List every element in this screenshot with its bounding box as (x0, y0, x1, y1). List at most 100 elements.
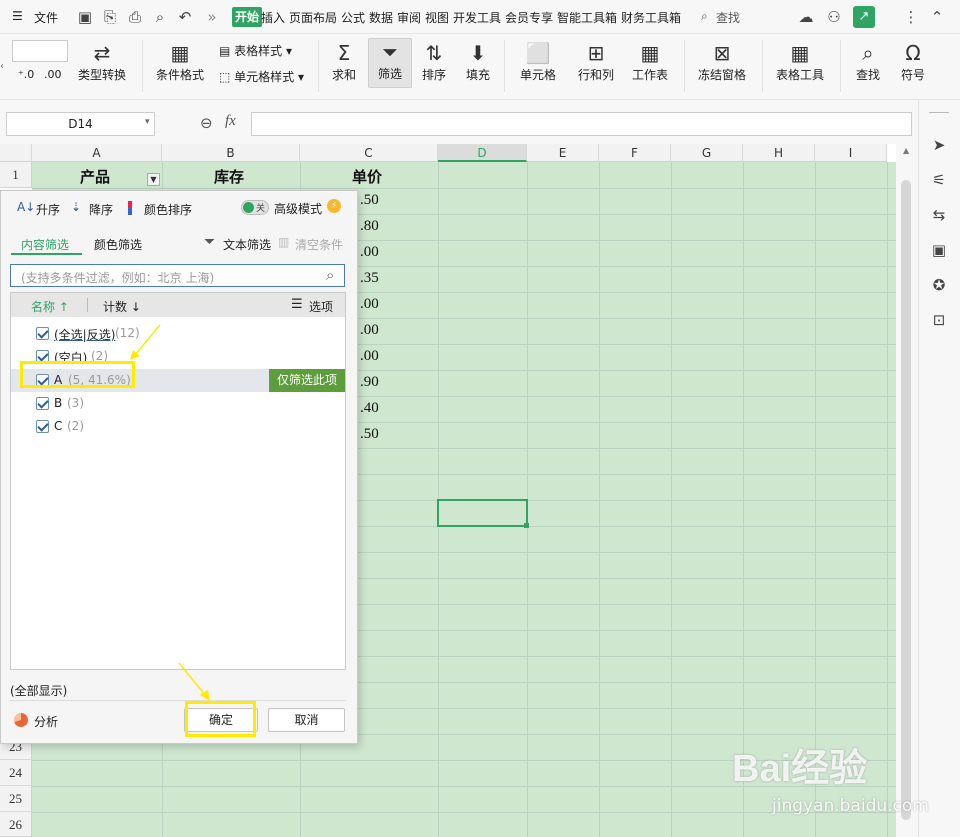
row-header-24[interactable]: 24 (0, 760, 32, 786)
tab-member[interactable]: 会员专享 (505, 9, 553, 26)
table-tools-button[interactable]: ▦ 表格工具 (770, 40, 830, 83)
cursor-icon[interactable]: ➤ (928, 134, 950, 156)
undo-icon[interactable]: ↶ (176, 8, 194, 26)
column-header-h[interactable]: H (743, 144, 815, 162)
number-format-select[interactable] (12, 40, 68, 62)
freeze-panes-button[interactable]: ⊠ 冻结窗格 (692, 40, 752, 83)
scroll-up-icon[interactable]: ▲ (903, 146, 909, 155)
decrease-decimal-icon[interactable]: ⁺.0 (18, 68, 34, 81)
increase-decimal-icon[interactable]: .00 (44, 68, 62, 81)
tab-finance-tools[interactable]: 财务工具箱 (621, 9, 681, 26)
column-header-a[interactable]: A (32, 144, 162, 162)
column-header-c[interactable]: C (300, 144, 438, 162)
item-checkbox[interactable] (36, 397, 49, 410)
column-header-f[interactable]: F (599, 144, 671, 162)
ribbon-scroll-left-icon[interactable]: ‹ (0, 34, 10, 100)
row-col-button[interactable]: ⊞ 行和列 (572, 40, 620, 83)
name-column-header[interactable]: 名称 ↑ (31, 298, 69, 315)
sort-button[interactable]: ⇅ 排序 (416, 40, 452, 83)
tab-insert[interactable]: 插入 (261, 9, 285, 26)
tab-content-filter[interactable]: 内容筛选 (21, 236, 69, 253)
row-header-26[interactable]: 26 (0, 812, 32, 837)
tab-review[interactable]: 审阅 (397, 9, 421, 26)
fill-button[interactable]: ⬇ 填充 (460, 40, 496, 83)
selected-cell-d14[interactable] (437, 499, 528, 527)
name-box[interactable]: D14 (6, 112, 155, 136)
sum-button[interactable]: Σ 求和 (326, 40, 362, 83)
name-box-dropdown-icon[interactable]: ▾ (145, 117, 150, 127)
color-sort-button[interactable]: 颜色排序 (144, 201, 192, 218)
transform-icon[interactable]: ⇆ (928, 204, 950, 226)
cancel-button[interactable]: 取消 (268, 708, 345, 732)
column-header-e[interactable]: E (527, 144, 599, 162)
export-icon[interactable]: ⎘ (101, 8, 119, 26)
menu-icon[interactable]: ☰ (12, 9, 23, 23)
book-search-icon[interactable]: ⊡ (928, 309, 950, 331)
row-header-1[interactable]: 1 (0, 162, 32, 188)
column-header-b[interactable]: B (162, 144, 300, 162)
options-menu-icon[interactable]: ☰ (291, 297, 303, 312)
cell-button[interactable]: ⬜ 单元格 (514, 40, 562, 83)
sheet-button[interactable]: ▦ 工作表 (626, 40, 674, 83)
more-icon[interactable]: » (203, 8, 221, 26)
filter-search-input[interactable]: (支持多条件过滤，例如：北京 上海) ⌕ (10, 264, 345, 287)
column-header-d[interactable]: D (438, 144, 527, 162)
conditional-format-button[interactable]: ▦ 条件格式 (150, 40, 210, 83)
collapse-icon[interactable]: ⌃ (928, 8, 946, 26)
tab-start[interactable]: 开始 (232, 7, 263, 27)
analysis-button[interactable]: 分析 (34, 713, 58, 730)
tab-view[interactable]: 视图 (425, 9, 449, 26)
options-button[interactable]: 选项 (309, 298, 333, 315)
table-style-button[interactable]: ▤ 表格样式 ▾ (219, 42, 292, 59)
list-item[interactable]: (全选|反选) (12) (11, 323, 345, 345)
print-icon[interactable]: ⎙ (126, 8, 144, 26)
more-vertical-icon[interactable]: ⋮ (902, 8, 920, 26)
search-icon[interactable]: ⌕ (326, 266, 334, 284)
share-user-icon[interactable]: ⚇ (825, 8, 843, 26)
row-header-25[interactable]: 25 (0, 786, 32, 812)
cloud-icon[interactable]: ☁ (797, 8, 815, 26)
count-column-header[interactable]: 计数 ↓ (103, 298, 141, 315)
search-label[interactable]: 查找 (716, 9, 740, 26)
tab-smart-tools[interactable]: 智能工具箱 (557, 9, 617, 26)
file-menu[interactable]: 文件 (34, 9, 58, 26)
tab-data[interactable]: 数据 (369, 9, 393, 26)
text-filter-button[interactable]: 文本筛选 (223, 236, 271, 253)
select-all-corner[interactable] (0, 144, 32, 162)
image-icon[interactable]: ▣ (928, 239, 950, 261)
tab-page-layout[interactable]: 页面布局 (289, 9, 337, 26)
filter-button[interactable]: ⏷ 筛选 (368, 38, 412, 88)
preview-icon[interactable]: ⌕ (151, 8, 169, 26)
column-header-i[interactable]: I (815, 144, 887, 162)
clear-conditions-button[interactable]: 清空条件 (295, 236, 343, 253)
advanced-mode-toggle[interactable]: 关 (241, 200, 269, 215)
item-checkbox[interactable] (36, 420, 49, 433)
sort-asc-button[interactable]: 升序 (36, 201, 60, 218)
vertical-scrollbar[interactable]: ▲ (896, 144, 918, 837)
scrollbar-thumb[interactable] (901, 180, 911, 820)
cell-style-button[interactable]: ⬚ 单元格样式 ▾ (219, 68, 304, 85)
symbol-button[interactable]: Ω 符号 (893, 40, 933, 83)
fx-icon[interactable]: fx (225, 113, 236, 130)
type-convert-button[interactable]: ⇄ 类型转换 (72, 40, 132, 83)
filter-dropdown-icon[interactable]: ▼ (147, 173, 160, 186)
list-item[interactable]: B (3) (11, 393, 345, 415)
zoom-icon[interactable]: ⊖ (200, 114, 213, 132)
adjust-icon[interactable]: ⚟ (928, 169, 950, 191)
compass-icon[interactable]: ✪ (928, 274, 950, 296)
column-header-g[interactable]: G (671, 144, 743, 162)
find-button[interactable]: ⌕ 查找 (848, 40, 888, 83)
sort-desc-button[interactable]: 降序 (89, 201, 113, 218)
watermark-logo: Bai经验 (732, 748, 868, 790)
share-icon[interactable]: ↗ (853, 6, 875, 28)
save-icon[interactable]: ▣ (76, 8, 94, 26)
search-icon[interactable]: ⌕ (701, 9, 708, 24)
only-filter-this-button[interactable]: 仅筛选此项 (269, 369, 345, 392)
tab-developer[interactable]: 开发工具 (453, 9, 501, 26)
tab-formula[interactable]: 公式 (341, 9, 365, 26)
tab-color-filter[interactable]: 颜色筛选 (94, 236, 142, 253)
fill-handle[interactable] (524, 523, 529, 528)
list-item[interactable]: C (2) (11, 416, 345, 438)
select-all-checkbox[interactable] (36, 327, 49, 340)
formula-input[interactable] (251, 112, 912, 136)
